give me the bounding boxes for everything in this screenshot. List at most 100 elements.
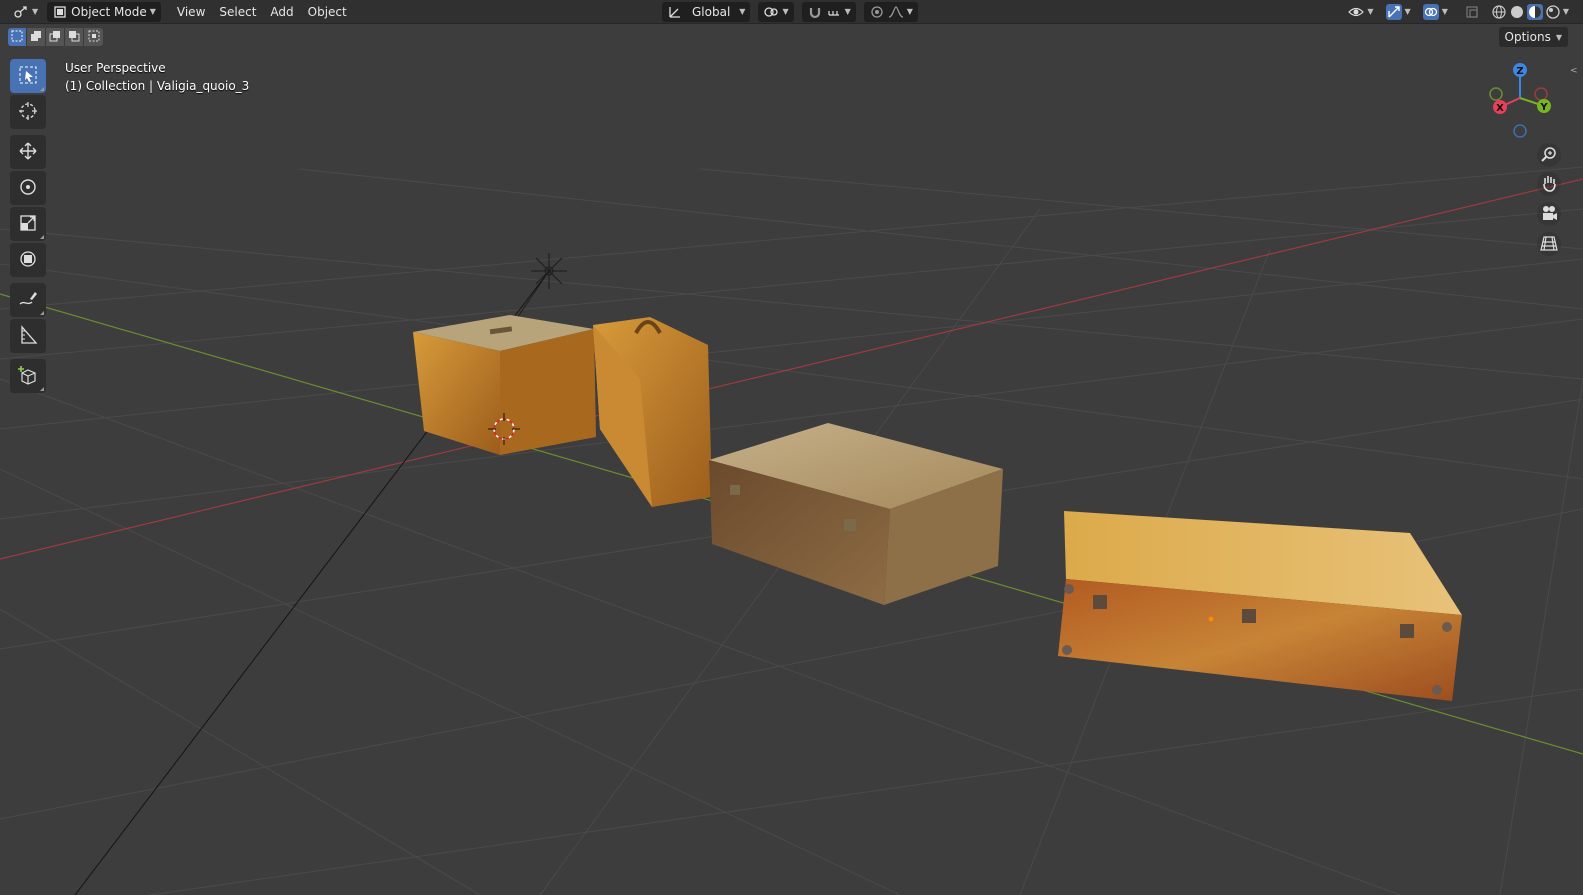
select-extend-icon	[30, 30, 42, 45]
select-subtract-icon	[49, 30, 61, 45]
mode-dropdown[interactable]: Object Mode ▼	[47, 1, 161, 22]
snap-increment-icon	[826, 4, 842, 20]
annotate-icon	[18, 289, 38, 312]
chevron-down-icon: ▼	[844, 7, 851, 16]
navigation-gizmo[interactable]: Z Y X	[1480, 60, 1560, 140]
proportional-edit-toggle[interactable]: ▼	[863, 1, 918, 22]
move-icon	[18, 141, 38, 164]
chevron-down-icon: ▼	[906, 7, 913, 16]
transform-icon	[18, 249, 38, 272]
scale-icon	[18, 213, 38, 236]
chevron-left-icon: <	[1570, 66, 1578, 76]
xray-toggle[interactable]	[1459, 2, 1485, 22]
z-axis-label: Z	[1516, 66, 1523, 77]
pan-button[interactable]	[1537, 172, 1561, 196]
material-shading-icon[interactable]	[1526, 3, 1543, 20]
select-intersect-icon	[88, 30, 100, 45]
chevron-down-icon: ▼	[1441, 7, 1448, 16]
rotate-tool[interactable]	[10, 171, 46, 205]
suitcase-brown	[709, 423, 1003, 605]
z-axis-handle[interactable]: Z	[1513, 63, 1527, 77]
tool-shelf	[10, 59, 46, 395]
toggle-perspective-button[interactable]	[1537, 232, 1561, 256]
3d-viewport[interactable]	[0, 49, 1583, 895]
overlays-toggle[interactable]: ▼	[1418, 2, 1453, 22]
falloff-curve-icon	[888, 4, 904, 20]
collection-info: (1) Collection | Valigia_quoio_3	[65, 79, 250, 93]
options-dropdown[interactable]: Options ▼	[1498, 27, 1568, 47]
menu-object[interactable]: Object	[302, 2, 353, 22]
view-name: User Perspective	[65, 61, 166, 75]
options-label: Options	[1504, 30, 1551, 44]
wireframe-shading-icon[interactable]	[1491, 4, 1507, 20]
snap-toggle[interactable]: ▼	[801, 1, 856, 22]
suitcase-large	[1058, 511, 1462, 701]
viewport-info: User Perspective (1) Collection | Valigi…	[65, 59, 249, 95]
move-tool[interactable]	[10, 135, 46, 169]
pivot-icon	[763, 4, 779, 20]
cursor-tool[interactable]	[10, 95, 46, 129]
y-axis-label: Y	[1539, 102, 1548, 113]
grid-perspective-icon	[1540, 234, 1558, 255]
chevron-down-icon: ▼	[1404, 7, 1411, 16]
editor-type-button[interactable]: ▼	[8, 2, 43, 22]
menu-select[interactable]: Select	[213, 2, 262, 22]
zoom-button[interactable]	[1537, 143, 1561, 167]
visibility-dropdown[interactable]: ▼	[1343, 2, 1378, 22]
pivot-point-dropdown[interactable]: ▼	[758, 1, 794, 22]
solid-shading-icon[interactable]	[1509, 4, 1525, 20]
select-new-button[interactable]	[8, 28, 27, 46]
select-invert-button[interactable]	[65, 28, 84, 46]
orientation-label: Global	[692, 4, 731, 19]
orientation-axes-icon	[667, 4, 683, 20]
cursor-icon	[18, 101, 38, 124]
measure-icon	[18, 324, 38, 348]
x-axis-handle[interactable]: X	[1493, 100, 1507, 114]
transform-orientation-dropdown[interactable]: Global ▼	[662, 1, 751, 22]
sidebar-toggle-arrow[interactable]: <	[1570, 66, 1578, 76]
x-axis-label: X	[1496, 103, 1504, 114]
select-intersect-button[interactable]	[84, 28, 103, 46]
chevron-down-icon: ▼	[149, 7, 156, 16]
gizmo-toggle[interactable]: ▼	[1381, 2, 1416, 22]
y-axis-handle[interactable]: Y	[1537, 99, 1551, 113]
selection-mode-group	[8, 28, 103, 46]
select-invert-icon	[68, 30, 80, 45]
xray-icon	[1464, 4, 1480, 20]
menu-add[interactable]: Add	[264, 2, 299, 22]
gizmo-icon	[1385, 3, 1402, 20]
rendered-shading-icon[interactable]	[1545, 4, 1561, 20]
proportional-edit-icon	[869, 4, 885, 20]
transform-tool[interactable]	[10, 243, 46, 277]
select-box-tool[interactable]	[10, 59, 46, 93]
magnet-icon	[807, 4, 823, 20]
measure-tool[interactable]	[10, 319, 46, 353]
annotate-tool[interactable]	[10, 283, 46, 317]
chevron-down-icon[interactable]: ▼	[1563, 7, 1569, 16]
viewport-header: ▼ Object Mode ▼ View Select Add Object G…	[0, 0, 1583, 24]
light-object	[514, 253, 567, 322]
select-box-icon	[18, 65, 38, 88]
viewport-editor-icon	[13, 4, 29, 20]
suitcase-box	[413, 315, 596, 455]
menu-view[interactable]: View	[171, 2, 211, 22]
hand-icon	[1540, 174, 1558, 195]
add-cube-icon	[18, 365, 38, 388]
suitcase-upright	[593, 317, 712, 507]
zoom-icon	[1540, 145, 1558, 166]
object-mode-icon	[52, 4, 68, 20]
scale-tool[interactable]	[10, 207, 46, 241]
chevron-down-icon: ▼	[782, 7, 789, 16]
select-extend-button[interactable]	[27, 28, 46, 46]
mode-label: Object Mode	[71, 4, 147, 19]
add-cube-tool[interactable]	[10, 359, 46, 393]
camera-icon	[1540, 204, 1558, 225]
select-subtract-button[interactable]	[46, 28, 65, 46]
chevron-down-icon: ▼	[1367, 7, 1374, 16]
camera-view-button[interactable]	[1537, 202, 1561, 226]
eye-icon	[1348, 4, 1365, 20]
chevron-down-icon: ▼	[32, 7, 39, 16]
chevron-down-icon: ▼	[1555, 32, 1562, 42]
select-new-icon	[11, 30, 23, 45]
chevron-down-icon: ▼	[739, 7, 746, 16]
